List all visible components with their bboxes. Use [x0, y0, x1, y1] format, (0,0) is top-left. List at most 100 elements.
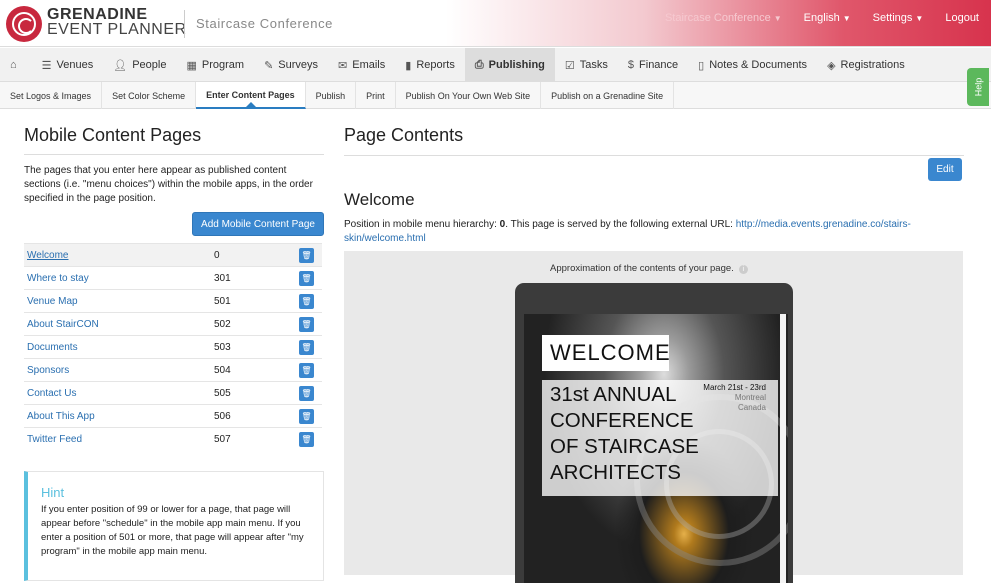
page-name-cell: Sponsors	[24, 359, 211, 382]
person-icon: 👤︎	[113, 59, 128, 72]
brand-line-2: EVENT PLANNER	[47, 21, 187, 38]
trash-icon[interactable]: 🗑︎	[299, 339, 314, 355]
nav-reports-label: Reports	[416, 59, 455, 71]
preview-welcome-heading: WELCOME	[542, 335, 670, 371]
page-name-link[interactable]: Contact Us	[27, 388, 76, 399]
preview-note: Approximation of the contents of your pa…	[550, 263, 748, 274]
page-position-cell: 501	[214, 295, 231, 307]
trash-icon[interactable]: 🗑︎	[299, 385, 314, 401]
divider	[24, 154, 324, 155]
subnav-publish-own-site[interactable]: Publish On Your Own Web Site	[396, 82, 542, 109]
preview-scrollbar[interactable]	[780, 314, 786, 583]
nav-people[interactable]: 👤︎ People	[103, 48, 176, 82]
nav-home[interactable]: ⌂	[0, 48, 32, 82]
preview-country: Canada	[737, 403, 766, 412]
table-row: Documents 503 🗑︎	[24, 335, 322, 359]
nav-registrations[interactable]: ◈ Registrations	[817, 48, 915, 82]
conference-dropdown[interactable]: Staircase Conference ▼	[665, 12, 782, 24]
help-tab[interactable]: Help	[967, 68, 989, 106]
page-name-link[interactable]: About This App	[27, 411, 95, 422]
page-name-cell: Where to stay	[24, 267, 211, 290]
page-position-cell: 301	[214, 272, 231, 284]
page-name-link[interactable]: About StairCON	[27, 319, 99, 330]
nav-publishing[interactable]: ⎙ Publishing	[464, 48, 555, 82]
nav-program-label: Program	[201, 59, 245, 71]
nav-finance[interactable]: $ Finance	[618, 48, 688, 82]
nav-venues[interactable]: ☰ Venues	[32, 48, 104, 82]
subnav-publish[interactable]: Publish	[306, 82, 357, 109]
page-name-link[interactable]: Welcome	[27, 250, 69, 261]
trash-icon[interactable]: 🗑︎	[299, 408, 314, 424]
nav-surveys[interactable]: ✎ Surveys	[254, 48, 328, 82]
page-position-cell: 502	[214, 318, 231, 330]
trash-icon[interactable]: 🗑︎	[299, 247, 314, 263]
nav-emails[interactable]: ✉ Emails	[328, 48, 395, 82]
edit-button[interactable]: Edit	[928, 158, 962, 181]
nav-finance-label: Finance	[639, 59, 679, 71]
page-name-link[interactable]: Documents	[27, 342, 78, 353]
chevron-down-icon: ▼	[842, 14, 851, 23]
page-delete-cell: 🗑︎	[296, 405, 322, 428]
page-title: Welcome	[344, 190, 415, 209]
page-delete-cell: 🗑︎	[296, 359, 322, 382]
nav-tasks-label: Tasks	[579, 59, 608, 71]
phone-screen[interactable]: WELCOME 31st ANNUAL CONFERENCE OF STAIRC…	[524, 314, 788, 583]
preview-conference-title: 31st ANNUAL CONFERENCE OF STAIRCASE ARCH…	[542, 380, 778, 496]
page-name-link[interactable]: Venue Map	[27, 296, 78, 307]
page-name-link[interactable]: Where to stay	[27, 273, 89, 284]
top-bar: GRENADINE EVENT PLANNER Staircase Confer…	[0, 0, 991, 47]
table-row: About StairCON 502 🗑︎	[24, 312, 322, 336]
home-icon: ⌂	[10, 59, 17, 71]
page-name-cell: Twitter Feed	[24, 428, 211, 451]
nav-program[interactable]: ▦ Program	[176, 48, 254, 82]
check-icon: ☑	[564, 59, 575, 72]
page-delete-cell: 🗑︎	[296, 336, 322, 359]
tag-icon: ◈	[827, 59, 836, 72]
page-delete-cell: 🗑︎	[296, 267, 322, 290]
hint-box: Hint If you enter position of 99 or lowe…	[24, 471, 324, 581]
subnav-publish-grenadine-site[interactable]: Publish on a Grenadine Site	[541, 82, 675, 109]
table-row: Welcome 0 🗑︎	[24, 243, 322, 267]
add-mobile-content-page-button[interactable]: Add Mobile Content Page	[192, 212, 324, 236]
subnav-set-color-scheme[interactable]: Set Color Scheme	[102, 82, 197, 109]
trash-icon[interactable]: 🗑︎	[299, 270, 314, 286]
page-name-cell: About StairCON	[24, 313, 211, 336]
trash-icon[interactable]: 🗑︎	[299, 431, 314, 447]
table-row: Contact Us 505 🗑︎	[24, 381, 322, 405]
nav-notes-documents[interactable]: ▯ Notes & Documents	[688, 48, 817, 82]
page-name-cell: Documents	[24, 336, 211, 359]
trash-icon[interactable]: 🗑︎	[299, 362, 314, 378]
preview-note-text: Approximation of the contents of your pa…	[550, 263, 734, 274]
phone-frame: WELCOME 31st ANNUAL CONFERENCE OF STAIRC…	[515, 283, 793, 583]
nav-people-label: People	[132, 59, 167, 71]
subnav-enter-content-pages[interactable]: Enter Content Pages	[196, 82, 306, 109]
preview-line-4: ARCHITECTS	[550, 461, 681, 484]
grenadine-logo-icon[interactable]	[6, 6, 42, 42]
nav-surveys-label: Surveys	[278, 59, 319, 71]
trash-icon[interactable]: 🗑︎	[299, 316, 314, 332]
page-name-link[interactable]: Sponsors	[27, 365, 69, 376]
logout-link[interactable]: Logout	[945, 12, 979, 24]
nav-reports[interactable]: ▮ Reports	[395, 48, 465, 82]
print-icon: ⎙	[474, 58, 484, 71]
page-delete-cell: 🗑︎	[296, 382, 322, 405]
page-name-link[interactable]: Twitter Feed	[27, 434, 82, 445]
language-dropdown[interactable]: English ▼	[804, 12, 851, 24]
subnav-set-logos[interactable]: Set Logos & Images	[0, 82, 103, 109]
subnav-print[interactable]: Print	[356, 82, 396, 109]
page-position-cell: 505	[214, 387, 231, 399]
page-preview: Approximation of the contents of your pa…	[344, 251, 963, 583]
main-nav: ⌂ ☰ Venues 👤︎ People ▦ Program ✎ Surveys ✉ Em…	[0, 48, 991, 82]
info-icon[interactable]: i	[738, 265, 748, 274]
help-tab-label: Help	[972, 77, 983, 97]
settings-dropdown[interactable]: Settings ▼	[873, 12, 924, 24]
brand-name[interactable]: GRENADINE EVENT PLANNER	[47, 7, 187, 38]
trash-icon[interactable]: 🗑︎	[299, 293, 314, 309]
mobile-content-pages-title: Mobile Content Pages	[24, 125, 202, 145]
hint-text: If you enter position of 99 or lower for…	[41, 504, 304, 557]
chevron-down-icon: ▼	[915, 14, 924, 23]
nav-tasks[interactable]: ☑ Tasks	[555, 48, 618, 82]
nav-emails-label: Emails	[352, 59, 386, 71]
sub-nav: Set Logos & Images Set Color Scheme Ente…	[0, 82, 991, 109]
preview-date: March 21st - 23rd	[703, 383, 766, 392]
